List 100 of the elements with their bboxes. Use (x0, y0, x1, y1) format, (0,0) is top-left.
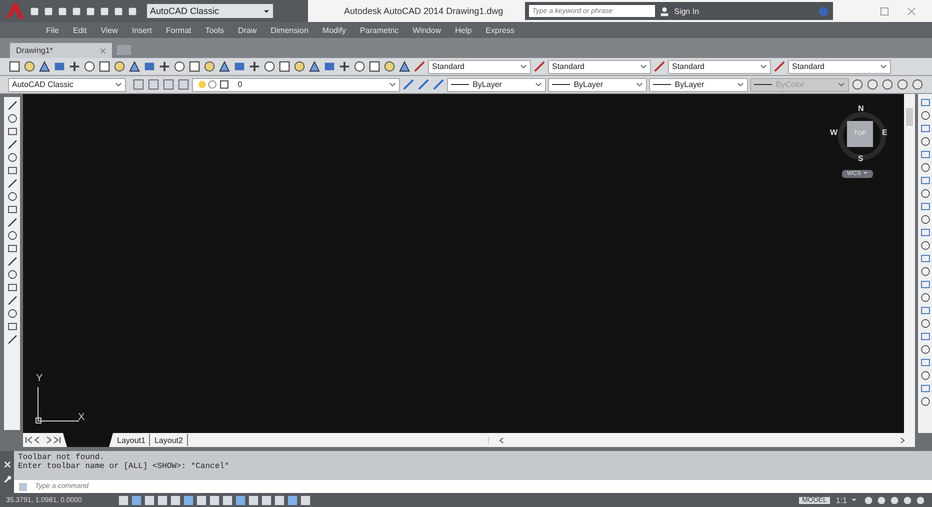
menu-item[interactable]: Dimension (270, 26, 308, 34)
layer-dropdown[interactable]: 0 (192, 78, 400, 92)
draw-tool-icon[interactable] (6, 113, 18, 124)
status-toggle-icon[interactable] (209, 494, 220, 506)
toolbar-icon[interactable] (398, 60, 411, 73)
toolbar-icon[interactable] (173, 60, 186, 73)
status-toggle-icon[interactable] (144, 494, 155, 506)
toolbar-icon[interactable] (218, 60, 231, 73)
status-toggle-icon[interactable] (118, 494, 129, 506)
status-toggle-icon[interactable] (876, 494, 887, 506)
style-icon[interactable] (773, 60, 786, 73)
toolbar-icon[interactable] (29, 6, 40, 16)
modify-tool-icon[interactable] (920, 175, 930, 186)
modify-tool-icon[interactable] (920, 136, 930, 147)
layout-tab[interactable]: Layout1 (113, 434, 150, 446)
annotation-scale-button[interactable]: 1:1 (836, 496, 847, 504)
modify-tool-icon[interactable] (920, 188, 930, 199)
workspace-dropdown[interactable]: AutoCAD Classic (147, 4, 273, 18)
status-toggle-icon[interactable] (131, 494, 142, 506)
toolbar-icon[interactable] (127, 6, 138, 16)
toolbar-icon[interactable] (43, 6, 54, 16)
status-toggle-icon[interactable] (157, 494, 168, 506)
status-toggle-icon[interactable] (261, 494, 272, 506)
wrench-icon[interactable] (2, 475, 12, 484)
status-toggle-icon[interactable] (274, 494, 285, 506)
toolbar-icon[interactable] (308, 60, 321, 73)
toolbar-icon[interactable] (866, 78, 880, 91)
toolbar-icon[interactable] (85, 6, 96, 16)
draw-tool-icon[interactable] (6, 204, 18, 215)
toolbar-icon[interactable] (113, 60, 126, 73)
status-toggle-icon[interactable] (863, 494, 874, 506)
toolbar-icon[interactable] (911, 78, 924, 91)
property-dropdown[interactable]: ByLayer (648, 78, 748, 92)
toolbar-icon[interactable] (128, 60, 141, 73)
tab-navigation-icon[interactable] (23, 435, 63, 445)
status-toggle-icon[interactable] (248, 494, 259, 506)
menu-item[interactable]: Format (166, 26, 192, 34)
draw-tool-icon[interactable] (6, 139, 18, 150)
status-toggle-icon[interactable] (300, 494, 311, 506)
workspace-dropdown[interactable]: AutoCAD Classic (8, 78, 126, 92)
menu-item[interactable]: Edit (72, 26, 87, 34)
toolbar-icon[interactable] (263, 60, 276, 73)
draw-tool-icon[interactable] (6, 321, 18, 332)
modify-tool-icon[interactable] (920, 110, 930, 121)
close-icon[interactable] (100, 48, 106, 54)
menu-item[interactable]: View (100, 26, 118, 34)
close-icon[interactable] (907, 6, 916, 16)
menu-item[interactable]: Tools (205, 26, 224, 34)
toolbar-icon[interactable] (881, 78, 894, 91)
toolbar-icon[interactable] (188, 60, 201, 73)
modify-tool-icon[interactable] (920, 331, 930, 342)
scroll-right-icon[interactable] (900, 436, 905, 444)
modify-tool-icon[interactable] (920, 292, 930, 303)
toolbar-icon[interactable] (293, 60, 306, 73)
draw-tool-icon[interactable] (6, 334, 18, 345)
status-toggle-icon[interactable] (196, 494, 207, 506)
modify-tool-icon[interactable] (920, 266, 930, 277)
toolbar-icon[interactable] (383, 60, 396, 73)
status-toggle-icon[interactable] (235, 494, 246, 506)
status-toggle-icon[interactable] (170, 494, 181, 506)
style-dropdown[interactable]: Standard (548, 60, 651, 74)
style-dropdown[interactable]: Standard (788, 60, 891, 74)
toolbar-icon[interactable] (57, 6, 68, 16)
modify-tool-icon[interactable] (920, 227, 930, 238)
draw-tool-icon[interactable] (6, 308, 18, 319)
style-dropdown[interactable]: Standard (668, 60, 771, 74)
draw-tool-icon[interactable] (6, 191, 18, 202)
style-icon[interactable] (413, 60, 426, 73)
status-toggle-icon[interactable] (183, 494, 194, 506)
property-dropdown[interactable]: ByLayer (446, 78, 546, 92)
caret-icon[interactable] (851, 498, 857, 502)
toolbar-icon[interactable] (338, 60, 351, 73)
style-dropdown[interactable]: Standard (428, 60, 531, 74)
menu-item[interactable]: File (46, 26, 59, 34)
style-icon[interactable] (653, 60, 666, 73)
modify-tool-icon[interactable] (920, 357, 930, 368)
modify-tool-icon[interactable] (920, 305, 930, 316)
scroll-left-icon[interactable] (498, 436, 504, 444)
modify-tool-icon[interactable] (920, 240, 930, 251)
toolbar-icon[interactable] (23, 60, 36, 73)
draw-tool-icon[interactable] (6, 126, 18, 137)
layout-tab[interactable]: Layout2 (150, 434, 188, 446)
toolbar-icon[interactable] (71, 6, 82, 16)
sign-in-link[interactable]: Sign In (674, 6, 700, 16)
status-toggle-icon[interactable] (222, 494, 233, 506)
vertical-scrollbar[interactable] (904, 94, 915, 433)
menu-item[interactable]: Help (455, 26, 472, 34)
toolbar-icon[interactable] (38, 60, 51, 73)
status-toggle-icon[interactable] (287, 494, 298, 506)
toolbar-icon[interactable] (896, 78, 910, 91)
menu-item[interactable]: Express (486, 26, 514, 34)
toolbar-icon[interactable] (113, 6, 124, 16)
modify-tool-icon[interactable] (920, 396, 930, 407)
toolbar-icon[interactable] (278, 60, 291, 73)
toolbar-icon[interactable] (353, 60, 366, 73)
toolbar-icon[interactable] (851, 78, 864, 91)
modify-tool-icon[interactable] (920, 279, 930, 290)
draw-tool-icon[interactable] (6, 282, 18, 293)
menu-item[interactable]: Modify (322, 26, 346, 34)
draw-tool-icon[interactable] (6, 178, 18, 189)
